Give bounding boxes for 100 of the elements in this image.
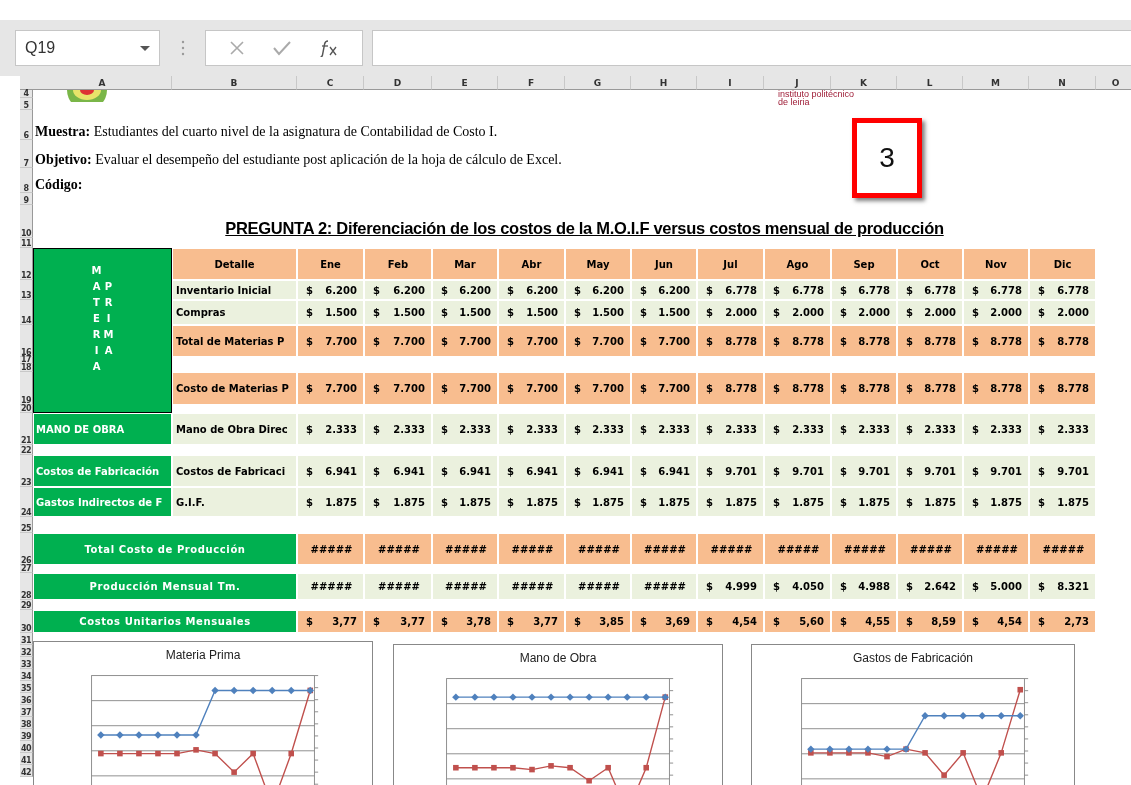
amount-text: #####	[578, 543, 620, 555]
row-header[interactable]: 36	[20, 693, 33, 705]
row-header[interactable]: 5	[20, 98, 33, 110]
currency-sign: $	[773, 307, 780, 318]
amount-text: 7.700	[658, 383, 690, 394]
amount-text: 2.333	[325, 423, 357, 435]
column-header[interactable]: K	[831, 76, 897, 90]
column-header[interactable]: G	[565, 76, 631, 90]
cancel-icon[interactable]	[229, 40, 246, 56]
row-header[interactable]: 37	[20, 705, 33, 717]
row-header[interactable]: 34	[20, 669, 33, 681]
amount-text: 6.200	[592, 284, 624, 296]
row-header[interactable]: 21	[20, 413, 33, 445]
amount-text: #####	[511, 581, 554, 592]
currency-sign: $	[906, 335, 913, 347]
currency-sign: $	[1038, 581, 1045, 592]
row-header[interactable]: 28	[20, 573, 33, 600]
currency-sign: $	[306, 465, 313, 477]
row-header[interactable]: 6	[20, 110, 33, 140]
currency-sign: $	[773, 284, 780, 296]
currency-sign: $	[441, 284, 448, 296]
currency-sign: $	[507, 335, 514, 347]
row-header[interactable]: 7	[20, 140, 33, 168]
row-header[interactable]: 10	[20, 205, 33, 238]
amount-text: 7.700	[592, 335, 624, 347]
column-header[interactable]: I	[697, 76, 764, 90]
row-header[interactable]: 41	[20, 753, 33, 765]
amount-text: 6.200	[526, 284, 558, 296]
column-header[interactable]: O	[1096, 76, 1131, 90]
amount-text: 2.000	[924, 307, 956, 318]
row-header[interactable]: 40	[20, 741, 33, 753]
currency-sign: $	[972, 581, 979, 592]
formula-field[interactable]	[372, 30, 1131, 66]
row-header[interactable]: 9	[20, 193, 33, 205]
row-header[interactable]: 19	[20, 372, 33, 405]
row-header[interactable]: 24	[20, 487, 33, 517]
amount-text: 6.778	[792, 284, 824, 296]
row-header[interactable]: 30	[20, 610, 33, 633]
row-header[interactable]: 23	[20, 455, 33, 487]
amount-text: 8.778	[1057, 383, 1089, 394]
row-header[interactable]: 38	[20, 717, 33, 729]
row-header[interactable]: 14	[20, 300, 33, 325]
column-heading: Mar	[432, 248, 498, 280]
amount-text: #####	[378, 581, 420, 592]
currency-sign: $	[306, 335, 313, 347]
column-header[interactable]: E	[432, 76, 498, 90]
column-header[interactable]: L	[897, 76, 963, 90]
column-header[interactable]: F	[498, 76, 565, 90]
currency-sign: $	[1038, 335, 1045, 347]
row-header[interactable]: 16	[20, 325, 33, 357]
currency-sign: $	[640, 284, 647, 296]
amount-text: 1.500	[592, 307, 624, 318]
amount-text: #####	[511, 543, 554, 555]
currency-sign: $	[706, 335, 713, 347]
dropdown-caret-icon[interactable]	[139, 44, 151, 52]
column-header[interactable]: C	[297, 76, 364, 90]
amount-text: 8.778	[924, 383, 956, 394]
amount-text: 1.875	[658, 496, 690, 508]
amount-text: 6.941	[325, 465, 357, 477]
amount-text: 6.941	[592, 465, 624, 477]
amount-text: 6.778	[725, 284, 757, 296]
row-label: Compras	[172, 300, 297, 325]
currency-sign: $	[840, 581, 847, 592]
currency-sign: $	[906, 307, 913, 318]
column-header[interactable]: N	[1029, 76, 1096, 90]
amount-text: 1.875	[526, 496, 558, 508]
currency-sign: $	[972, 616, 979, 627]
amount-text: 3,77	[332, 616, 357, 627]
column-header[interactable]: H	[631, 76, 697, 90]
row-header[interactable]: 12	[20, 248, 33, 280]
row-header[interactable]: 25	[20, 517, 33, 533]
function-icon[interactable]	[318, 39, 339, 57]
amount-text: 6.778	[1057, 284, 1089, 296]
row-header[interactable]: 8	[20, 168, 33, 193]
column-header[interactable]: M	[963, 76, 1029, 90]
row-header[interactable]: 26	[20, 533, 33, 565]
row-header[interactable]: 31	[20, 633, 33, 645]
row-header[interactable]: 35	[20, 681, 33, 693]
row-header[interactable]: 32	[20, 645, 33, 657]
check-icon[interactable]	[272, 40, 292, 56]
chart-title: Mano de Obra	[519, 651, 597, 665]
column-header[interactable]: J	[764, 76, 831, 90]
column-header[interactable]: B	[172, 76, 297, 90]
amount-text: 7.700	[325, 383, 357, 394]
currency-sign: $	[373, 465, 380, 477]
row-header[interactable]: 33	[20, 657, 33, 669]
currency-sign: $	[574, 465, 581, 477]
currency-sign: $	[640, 423, 647, 435]
row-header[interactable]: 42	[20, 765, 33, 777]
column-header[interactable]: A	[33, 76, 172, 90]
row-header[interactable]: 39	[20, 729, 33, 741]
column-heading: May	[565, 248, 631, 280]
amount-text: 4,55	[865, 616, 890, 627]
amount-text: 2.000	[792, 307, 824, 318]
amount-text: #####	[644, 543, 686, 555]
name-box[interactable]: Q19	[15, 30, 160, 66]
chart-title: Materia Prima	[165, 648, 241, 662]
column-header[interactable]: D	[364, 76, 432, 90]
currency-sign: $	[1038, 496, 1045, 508]
row-header[interactable]: 13	[20, 280, 33, 300]
